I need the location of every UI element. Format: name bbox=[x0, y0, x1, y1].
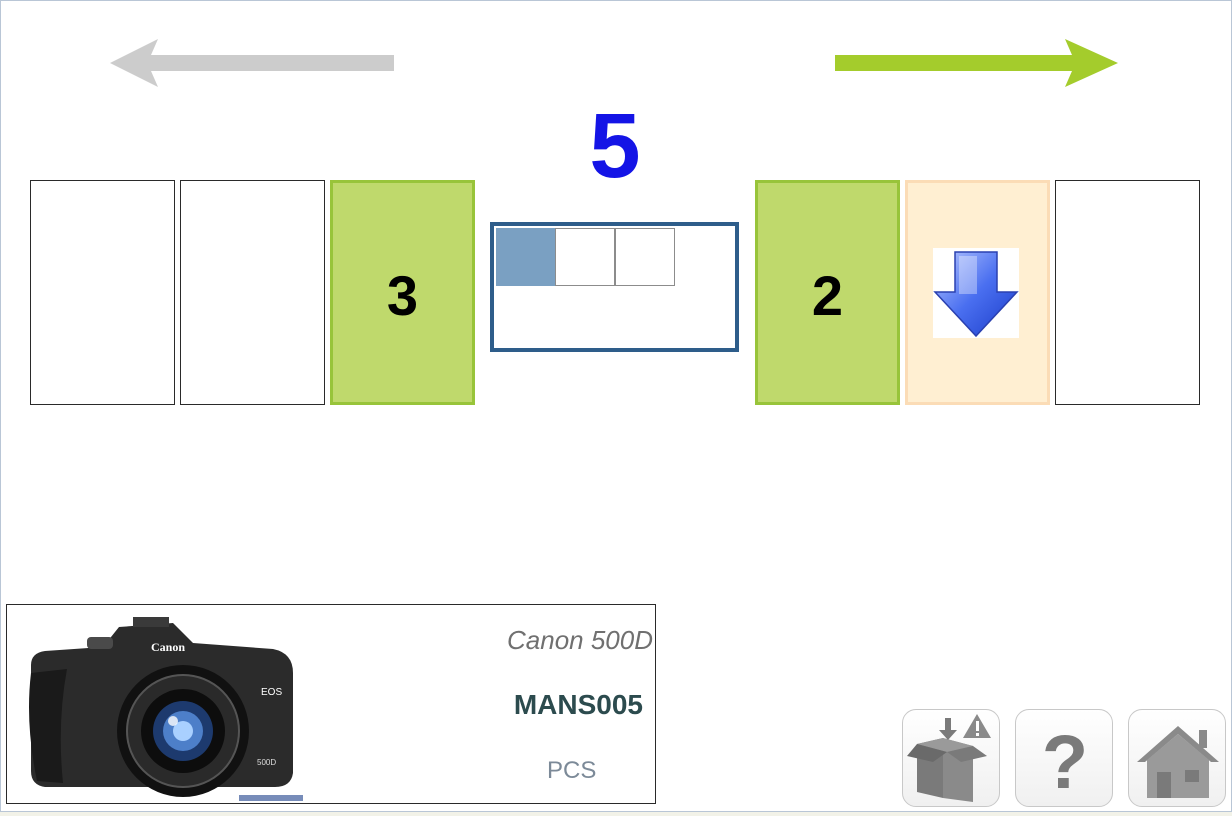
home-button[interactable] bbox=[1128, 709, 1226, 807]
product-name: Canon 500D bbox=[507, 625, 653, 655]
slot-quantity-left[interactable]: 3 bbox=[330, 180, 475, 405]
home-icon bbox=[1137, 726, 1219, 798]
slot-quantity-right[interactable]: 2 bbox=[755, 180, 900, 405]
slot-empty-1[interactable] bbox=[30, 180, 175, 405]
report-issue-button[interactable] bbox=[902, 709, 1000, 807]
product-code: MANS005 bbox=[513, 689, 643, 720]
down-arrow-icon bbox=[933, 248, 1019, 338]
camera-image: Canon EOS 500D bbox=[29, 617, 303, 801]
back-arrow-icon[interactable] bbox=[108, 38, 398, 88]
grid-cell-filled bbox=[496, 228, 556, 286]
svg-text:500D: 500D bbox=[257, 758, 276, 767]
svg-text:Canon: Canon bbox=[151, 640, 185, 654]
quantity-counter: 5 bbox=[589, 95, 641, 197]
grid-cell-empty bbox=[555, 228, 615, 286]
progress-grid bbox=[490, 222, 739, 352]
svg-text:?: ? bbox=[1042, 720, 1088, 805]
product-panel: Canon EOS 500D Canon 500D MANS005 PCS bbox=[6, 604, 656, 804]
product-unit: PCS bbox=[547, 757, 597, 784]
svg-text:EOS: EOS bbox=[261, 687, 282, 698]
help-button[interactable]: ? bbox=[1015, 709, 1113, 807]
forward-arrow-icon[interactable] bbox=[834, 38, 1124, 88]
slot-empty-3[interactable] bbox=[1055, 180, 1200, 405]
slot-drop-target[interactable] bbox=[905, 180, 1050, 405]
slot-quantity-right-value: 2 bbox=[811, 264, 844, 327]
help-icon: ? bbox=[1042, 720, 1088, 805]
report-issue-icon bbox=[907, 714, 991, 802]
slot-quantity-left-value: 3 bbox=[386, 264, 419, 327]
slot-empty-2[interactable] bbox=[180, 180, 325, 405]
grid-cell-empty bbox=[615, 228, 675, 286]
